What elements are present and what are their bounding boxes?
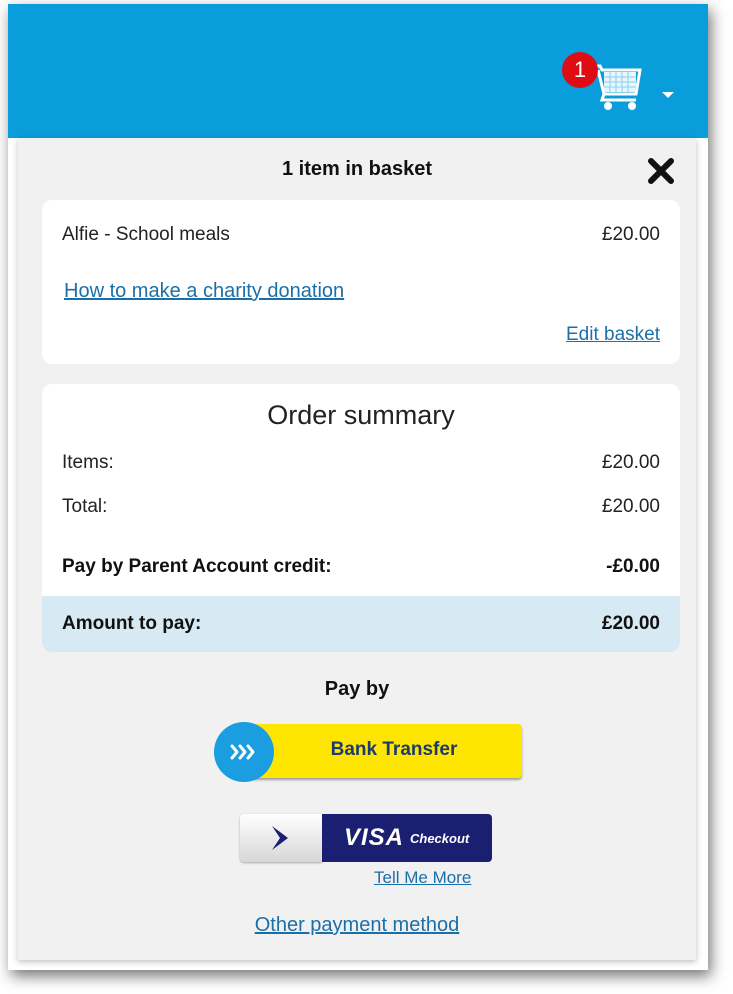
order-summary-card: Order summary Items: £20.00 Total: £20.0… [42, 384, 680, 652]
edit-basket-link[interactable]: Edit basket [566, 324, 660, 346]
visa-checkout-button[interactable]: VISA Checkout [240, 814, 492, 862]
basket-title: 1 item in basket [281, 158, 433, 180]
pay-by-label: Pay by [324, 678, 390, 700]
charity-donation-link[interactable]: How to make a charity donation [64, 280, 344, 303]
credit-label: Pay by Parent Account credit: [62, 556, 332, 577]
visa-checkout-label: Checkout [410, 831, 470, 846]
credit-value: -£0.00 [606, 556, 660, 577]
caret-down-icon[interactable] [662, 92, 674, 98]
total-value: £20.00 [601, 496, 660, 517]
cart-count-badge: 1 [562, 52, 598, 88]
visa-checkout-brand-panel: VISA Checkout [322, 814, 492, 862]
chevrons-right-icon [230, 744, 255, 760]
chevron-right-icon [272, 826, 288, 850]
total-label: Total: [62, 496, 108, 517]
other-payment-method-link[interactable]: Other payment method [255, 914, 460, 936]
visa-checkout-arrow-panel [240, 814, 322, 862]
basket-dropdown: 1 item in basket Alfie - School meals £2… [18, 138, 696, 960]
bank-transfer-label: Bank Transfer [330, 739, 458, 760]
tell-me-more-link[interactable]: Tell Me More [374, 868, 471, 888]
order-summary-title: Order summary [267, 400, 455, 430]
basket-window: 1 1 item in basket Alfie - School meals … [8, 4, 708, 970]
bank-transfer-logo [214, 722, 274, 782]
close-icon[interactable] [646, 156, 676, 186]
basket-item-name: Alfie - School meals [62, 224, 230, 245]
cart-button[interactable]: 1 [562, 52, 684, 120]
amount-value: £20.00 [601, 613, 660, 634]
amount-to-pay-band: Amount to pay: £20.00 [42, 596, 680, 652]
amount-label: Amount to pay: [62, 613, 202, 634]
top-bar: 1 [8, 4, 708, 138]
bank-transfer-button[interactable]: Bank Transfer [214, 722, 524, 782]
items-value: £20.00 [601, 452, 660, 473]
visa-label: VISA [344, 824, 405, 851]
basket-items-card: Alfie - School meals £20.00 How to make … [42, 200, 680, 364]
items-label: Items: [62, 452, 114, 473]
other-payment-method-row: Other payment method [18, 914, 696, 937]
basket-item-price: £20.00 [601, 224, 660, 245]
